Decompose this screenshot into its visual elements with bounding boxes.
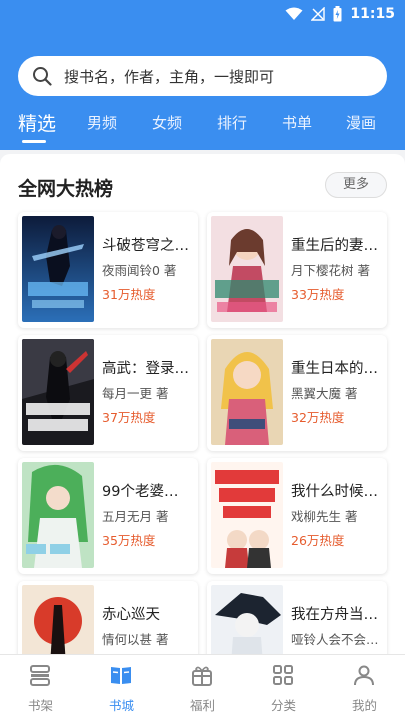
no-signal-icon	[311, 7, 326, 21]
active-tab-indicator	[22, 140, 46, 143]
book-title: 我什么时候…	[291, 484, 378, 500]
book-author: 哑铃人会不会…	[291, 632, 379, 647]
search-placeholder: 搜书名，作者，主角，一搜即可	[64, 67, 275, 86]
tab-ranking[interactable]: 排行	[217, 112, 247, 133]
book-title: 我在方舟当…	[291, 607, 378, 623]
nav-label: 书架	[27, 698, 53, 713]
bottom-nav: 书架 书城 福利 分类 我的	[0, 654, 405, 720]
gift-icon	[192, 666, 212, 686]
user-icon	[354, 665, 374, 686]
status-time: 11:15	[350, 6, 395, 22]
book-heat: 31万热度	[102, 287, 156, 302]
tab-female[interactable]: 女频	[152, 112, 182, 133]
more-button[interactable]: 更多	[325, 172, 387, 198]
book-heat: 33万热度	[291, 287, 345, 302]
book-heat: 35万热度	[102, 533, 156, 548]
nav-label: 福利	[189, 698, 215, 713]
nav-profile[interactable]: 我的	[324, 655, 405, 720]
book-card[interactable]: 重生后的妻… 月下樱花树 著 33万热度	[207, 212, 387, 328]
nav-bookstore[interactable]: 书城	[81, 655, 162, 720]
book-author: 月下樱花树 著	[291, 263, 370, 278]
wifi-icon	[285, 7, 303, 20]
status-bar: 11:15	[0, 0, 405, 30]
book-author: 黑翼大魔 著	[291, 386, 358, 401]
book-author: 戏柳先生 著	[291, 509, 358, 524]
book-card[interactable]: 高武：登录… 每月一更 著 37万热度	[18, 335, 198, 451]
category-tabs: 精选 男频 女频 排行 书单 漫画	[0, 109, 405, 143]
book-card[interactable]: 斗破苍穹之… 夜雨闻铃0 著 31万热度	[18, 212, 198, 328]
book-card[interactable]: 重生日本的… 黑翼大魔 著 32万热度	[207, 335, 387, 451]
book-author: 情何以甚 著	[102, 632, 169, 647]
nav-label: 我的	[351, 698, 377, 713]
book-card[interactable]: 赤心巡天 情何以甚 著	[18, 581, 198, 654]
book-title: 重生日本的…	[291, 361, 378, 377]
book-cover	[211, 462, 283, 568]
nav-rewards[interactable]: 福利	[162, 655, 243, 720]
battery-charging-icon	[333, 6, 342, 22]
main-content: 全网大热榜 更多 斗破苍穹之… 夜雨闻铃0 著 31万热度 重生后的妻… 月下樱…	[0, 154, 405, 654]
book-cover	[211, 585, 283, 654]
book-title: 99个老婆…	[102, 484, 179, 500]
book-author: 夜雨闻铃0 著	[102, 263, 177, 278]
nav-label: 书城	[108, 698, 134, 713]
book-heat: 26万热度	[291, 533, 345, 548]
open-book-icon	[111, 667, 131, 684]
tab-male[interactable]: 男频	[87, 112, 117, 133]
book-cover	[211, 339, 283, 445]
book-author: 五月无月 著	[102, 509, 169, 524]
search-bar[interactable]: 搜书名，作者，主角，一搜即可	[18, 56, 387, 96]
book-title: 斗破苍穹之…	[102, 238, 189, 254]
book-title: 赤心巡天	[102, 607, 160, 623]
tab-booklist[interactable]: 书单	[282, 112, 312, 133]
book-title: 高武：登录…	[102, 361, 189, 377]
book-author: 每月一更 著	[102, 386, 169, 401]
book-cover	[211, 216, 283, 322]
search-icon	[33, 67, 52, 86]
book-title: 重生后的妻…	[291, 238, 378, 254]
book-heat: 37万热度	[102, 410, 156, 425]
book-card[interactable]: 我在方舟当… 哑铃人会不会…	[207, 581, 387, 654]
status-icons: 11:15	[285, 6, 395, 22]
nav-categories[interactable]: 分类	[243, 655, 324, 720]
tab-featured[interactable]: 精选	[18, 109, 56, 136]
tab-comics[interactable]: 漫画	[346, 112, 376, 133]
book-heat: 32万热度	[291, 410, 345, 425]
book-cover	[22, 462, 94, 568]
header: 11:15 搜书名，作者，主角，一搜即可 精选 男频 女频 排行 书单 漫画	[0, 0, 405, 150]
bookshelf-icon	[30, 665, 50, 686]
section-title: 全网大热榜	[18, 178, 114, 200]
book-card[interactable]: 我什么时候… 戏柳先生 著 26万热度	[207, 458, 387, 574]
book-cover	[22, 585, 94, 654]
book-cover	[22, 339, 94, 445]
nav-label: 分类	[270, 698, 296, 713]
book-card[interactable]: 99个老婆… 五月无月 著 35万热度	[18, 458, 198, 574]
grid-icon	[273, 665, 293, 685]
book-cover	[22, 216, 94, 322]
nav-bookshelf[interactable]: 书架	[0, 655, 81, 720]
